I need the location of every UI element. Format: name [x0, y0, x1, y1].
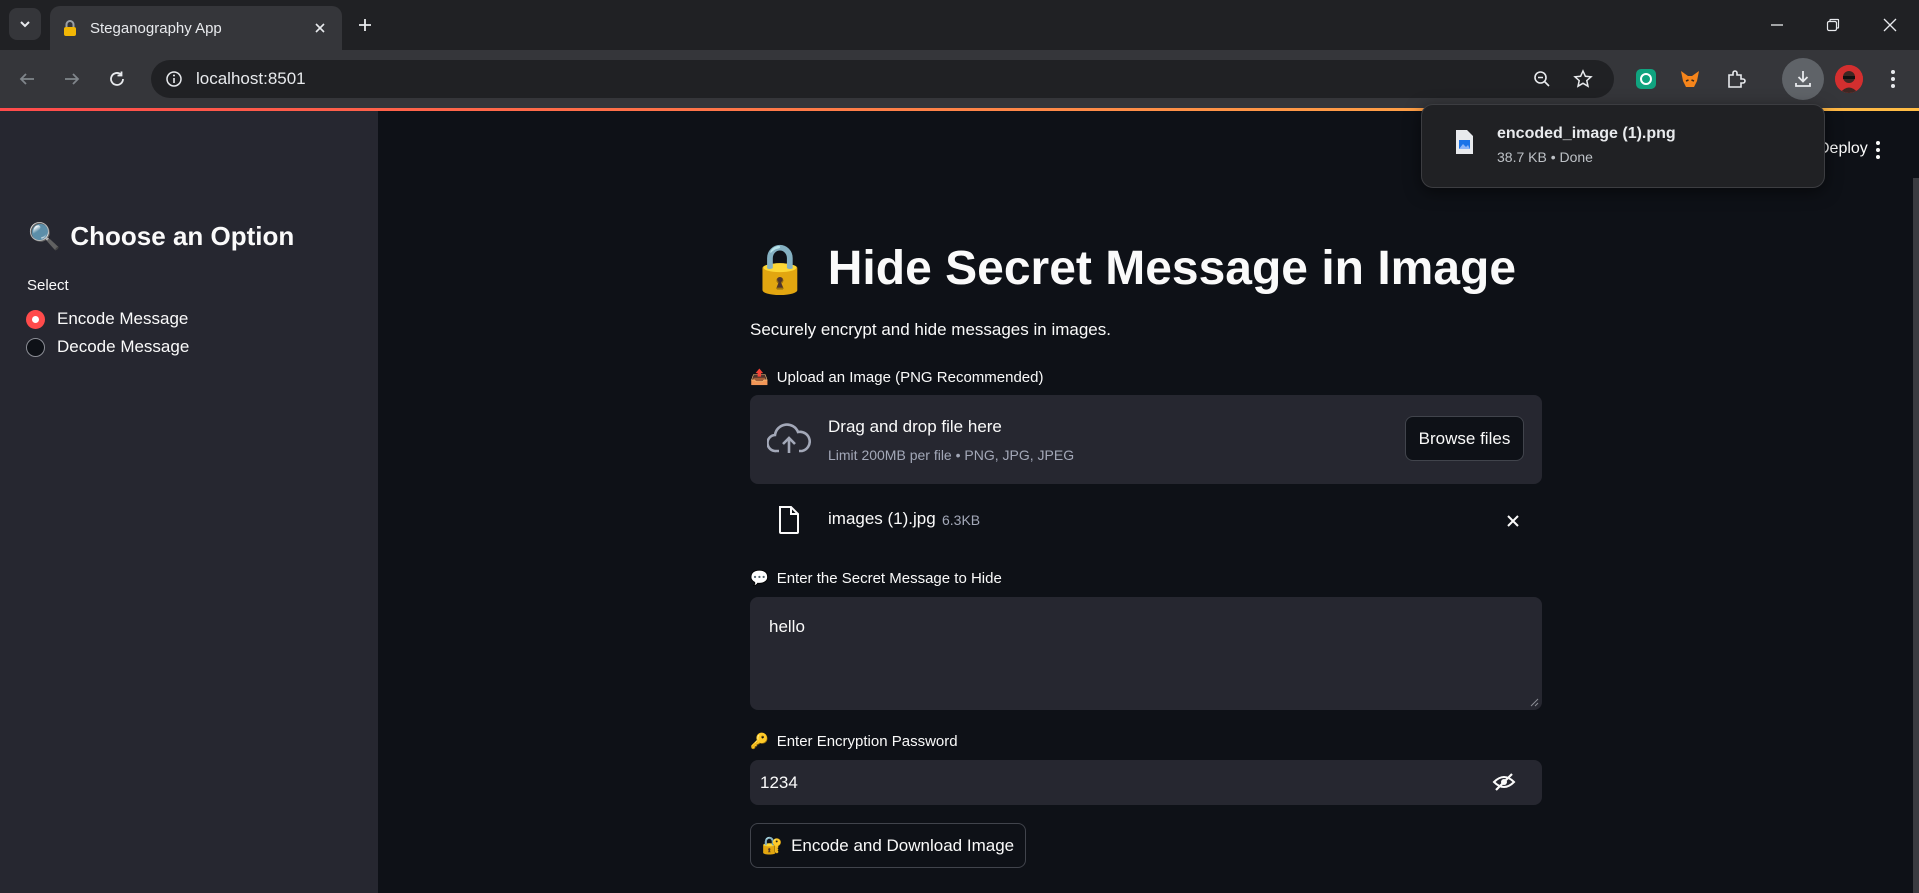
file-size: 6.3KB	[942, 512, 981, 528]
browse-files-button[interactable]: Browse files	[1405, 416, 1524, 461]
deploy-button[interactable]: Deploy	[1818, 140, 1868, 158]
browser-tab[interactable]: Steganography App	[50, 6, 342, 50]
extensions-puzzle-icon[interactable]	[1722, 65, 1750, 93]
upload-label: 📤 Upload an Image (PNG Recommended)	[750, 368, 1044, 387]
upload-label-text: Upload an Image (PNG Recommended)	[776, 368, 1044, 386]
zoom-icon[interactable]	[1531, 68, 1553, 90]
radio-label: Decode Message	[57, 337, 190, 356]
file-dropzone[interactable]: Drag and drop file here Limit 200MB per …	[750, 395, 1542, 484]
plus-icon	[359, 19, 371, 31]
lock-icon	[62, 19, 80, 37]
encode-download-button[interactable]: 🔐 Encode and Download Image	[750, 823, 1026, 868]
secret-message-value: hello	[769, 617, 805, 636]
page-title-text: Hide Secret Message in Image	[827, 242, 1517, 295]
tab-close-icon[interactable]	[310, 18, 330, 38]
minimize-icon	[1771, 24, 1783, 26]
cloud-upload-icon	[767, 423, 811, 453]
scrollbar[interactable]	[1913, 178, 1919, 893]
dropzone-title: Drag and drop file here	[828, 417, 1002, 436]
message-label-text: Enter the Secret Message to Hide	[776, 569, 1002, 587]
encode-button-label: Encode and Download Image	[791, 835, 1015, 855]
chevron-down-icon	[20, 21, 30, 28]
radio-label: Encode Message	[57, 309, 189, 328]
uploaded-file: images (1).jpg 6.3KB	[750, 500, 1542, 540]
remove-file-button[interactable]	[1503, 511, 1523, 531]
star-icon[interactable]	[1572, 68, 1594, 90]
new-tab-button[interactable]	[353, 13, 377, 37]
dropzone-limit: Limit 200MB per file • PNG, JPG, JPEG	[828, 447, 1075, 463]
address-bar[interactable]: localhost:8501	[151, 60, 1614, 98]
close-icon	[1507, 515, 1519, 527]
download-icon	[1795, 71, 1811, 87]
tab-strip: Steganography App	[0, 0, 1919, 50]
reload-button[interactable]	[102, 64, 132, 94]
back-button[interactable]	[12, 64, 42, 94]
outbox-icon: 📤	[750, 369, 769, 386]
download-file-name: encoded_image (1).png	[1497, 125, 1676, 142]
select-label: Select	[27, 277, 69, 294]
password-input[interactable]: 1234	[750, 760, 1542, 805]
restore-icon	[1826, 18, 1840, 32]
password-label-text: Enter Encryption Password	[776, 732, 958, 750]
site-info-icon[interactable]	[163, 68, 185, 90]
tab-search-button[interactable]	[9, 8, 41, 40]
extension-green-icon[interactable]	[1632, 65, 1660, 93]
arrow-right-icon	[65, 73, 80, 85]
image-file-icon	[1456, 130, 1473, 154]
lock-icon: 🔒	[750, 243, 810, 296]
radio-button-selected[interactable]	[26, 309, 45, 329]
profile-avatar[interactable]	[1835, 65, 1863, 93]
resize-handle-icon[interactable]	[1529, 697, 1539, 707]
tab-title: Steganography App	[90, 19, 222, 37]
radio-decode-message[interactable]: Decode Message	[26, 337, 189, 357]
minimize-button[interactable]	[1764, 12, 1790, 38]
close-icon	[1883, 18, 1897, 32]
secret-message-textarea[interactable]: hello	[750, 597, 1542, 710]
magnifier-icon: 🔍	[28, 221, 61, 251]
restore-button[interactable]	[1820, 12, 1846, 38]
sidebar-heading: 🔍 Choose an Option	[28, 221, 294, 252]
more-vertical-icon	[1891, 70, 1895, 88]
arrow-left-icon	[19, 73, 34, 85]
radio-button-unselected[interactable]	[26, 337, 45, 357]
downloads-button[interactable]	[1782, 58, 1824, 100]
page-title: 🔒 Hide Secret Message in Image	[750, 240, 1516, 297]
browser-menu-button[interactable]	[1881, 65, 1905, 93]
lock-key-icon: 🔐	[761, 835, 784, 855]
reload-icon	[110, 71, 124, 86]
url-text: localhost:8501	[196, 69, 306, 88]
download-bubble[interactable]: encoded_image (1).png 38.7 KB • Done	[1421, 104, 1825, 188]
key-icon: 🔑	[750, 733, 769, 750]
file-icon	[779, 506, 799, 534]
app-menu-button[interactable]	[1866, 138, 1890, 162]
browser-toolbar: localhost:8501	[0, 50, 1919, 108]
more-vertical-icon	[1876, 141, 1880, 159]
speech-bubble-icon: 💬	[750, 570, 769, 587]
sidebar-heading-text: Choose an Option	[70, 221, 295, 251]
password-label: 🔑 Enter Encryption Password	[750, 732, 958, 751]
sidebar: 🔍 Choose an Option Select Encode Message…	[0, 111, 378, 893]
file-name: images (1).jpg	[828, 509, 936, 528]
eye-off-icon[interactable]	[1491, 770, 1517, 794]
message-label: 💬 Enter the Secret Message to Hide	[750, 569, 1002, 588]
close-window-button[interactable]	[1877, 12, 1903, 38]
radio-encode-message[interactable]: Encode Message	[26, 309, 188, 329]
download-status: 38.7 KB • Done	[1497, 149, 1593, 165]
password-value: 1234	[760, 773, 798, 792]
metamask-fox-icon[interactable]	[1676, 65, 1704, 93]
forward-button[interactable]	[57, 64, 87, 94]
page-subtitle: Securely encrypt and hide messages in im…	[750, 320, 1111, 339]
